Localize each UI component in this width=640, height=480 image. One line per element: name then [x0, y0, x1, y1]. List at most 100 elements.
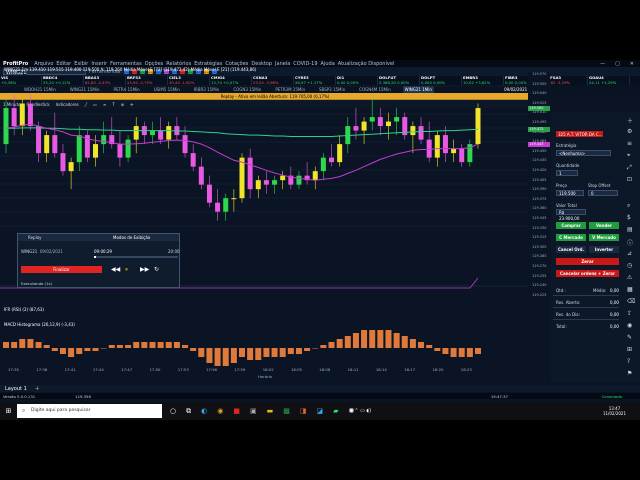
- cancel-orders-button[interactable]: Cancel Ord.: [556, 246, 586, 253]
- layout-bar: Layout 1 ＋: [0, 385, 640, 392]
- powerpoint-icon[interactable]: ◨: [300, 407, 307, 416]
- candle-body: [182, 135, 188, 154]
- expand-icon[interactable]: ⤢: [627, 164, 632, 172]
- multitask-icon[interactable]: ⧉: [186, 407, 191, 416]
- reverse-button[interactable]: Inverter: [589, 246, 619, 253]
- menu-item[interactable]: Ferramentas: [110, 61, 142, 67]
- note-icon[interactable]: ✎: [627, 334, 632, 341]
- stop-offset-input[interactable]: 0: [588, 190, 618, 196]
- store-icon[interactable]: ▣: [250, 407, 257, 416]
- excel-icon[interactable]: ▩: [283, 407, 290, 416]
- taskbar-search[interactable]: Digite aqui para pesquisar: [17, 404, 162, 418]
- layout-tab[interactable]: Layout 1: [5, 386, 27, 392]
- filter-icon[interactable]: ⊿: [627, 250, 632, 257]
- candle-body: [442, 135, 448, 154]
- pin-icon[interactable]: ⌖: [627, 152, 630, 160]
- day-result-value: 0,00: [610, 312, 619, 317]
- candle-body: [3, 108, 9, 145]
- menu-item[interactable]: COVID-19: [293, 61, 317, 67]
- candle-body: [410, 126, 416, 136]
- menu-item[interactable]: Atualização Disponível: [338, 61, 395, 67]
- menu-item[interactable]: Janela: [275, 61, 290, 67]
- candle-body: [198, 166, 204, 185]
- menu-item[interactable]: Ajuda: [321, 61, 335, 67]
- replay-asset-field[interactable]: WING21 09/02/2021: [21, 249, 63, 254]
- folder-icon[interactable]: ▬: [267, 407, 274, 416]
- macd-bar: [149, 342, 156, 348]
- finalize-button[interactable]: Finalizar: [21, 266, 102, 273]
- buy-button[interactable]: Comprar: [556, 222, 586, 229]
- ticker-item[interactable]: GFSA3 5,62 -3,29%: [546, 76, 588, 85]
- maximize-icon[interactable]: ▢: [615, 61, 620, 67]
- replay-panel[interactable]: Replay Modos de Exibição WING21 09/02/20…: [17, 233, 180, 288]
- macd-bar: [206, 348, 213, 363]
- replay-progress[interactable]: [94, 256, 178, 258]
- price-label: Preço: [556, 183, 568, 188]
- info-icon[interactable]: ⓘ: [627, 238, 633, 247]
- menu-item[interactable]: Opções: [145, 61, 164, 67]
- trash-icon[interactable]: ⌫: [627, 298, 635, 305]
- photos-icon[interactable]: ◪: [316, 407, 323, 416]
- zero-button[interactable]: Zerar: [556, 258, 619, 265]
- add-layout-icon[interactable]: ＋: [35, 385, 40, 392]
- macd-bar: [426, 345, 433, 348]
- candle-body: [101, 135, 107, 145]
- candle-body: [76, 135, 82, 163]
- menu-item[interactable]: Inserir: [91, 61, 107, 67]
- clock-icon[interactable]: ◷: [627, 262, 632, 269]
- chrome-icon[interactable]: ◉: [217, 407, 223, 416]
- flag-icon[interactable]: ⚑: [627, 370, 632, 377]
- system-tray-icons[interactable]: ⌃ ▭ ◖): [354, 408, 371, 414]
- ifr-indicator-label: IFR (RSI) (2) (87,63): [4, 307, 44, 312]
- speed-icon[interactable]: ↻: [154, 266, 159, 273]
- menu-item[interactable]: Estratégias: [194, 61, 222, 67]
- video-icon[interactable]: ■: [233, 407, 240, 416]
- camera-icon[interactable]: ◉: [627, 322, 632, 329]
- account-select[interactable]: 325 A.T. VITOR DA C...: [556, 131, 603, 137]
- buy-market-button[interactable]: C Mercado: [556, 234, 586, 241]
- strategy-select[interactable]: <Nenhuma>: [556, 150, 611, 156]
- menu-item[interactable]: Editar: [56, 61, 71, 67]
- task-view-icon[interactable]: ○: [170, 407, 176, 416]
- minimize-icon[interactable]: —: [600, 61, 605, 67]
- price-input[interactable]: 119.500: [556, 190, 584, 196]
- list-icon[interactable]: ≡: [627, 140, 632, 147]
- status-bar: Versão 5.0.0.131 119.356 19:47:37 Conect…: [0, 393, 640, 399]
- plus-icon[interactable]: ＋: [627, 116, 633, 125]
- macd-bar: [336, 339, 343, 348]
- gear-icon[interactable]: ⚙: [627, 128, 632, 135]
- book-icon[interactable]: ▦: [627, 286, 633, 293]
- dollar-icon[interactable]: $: [627, 214, 631, 221]
- avg-value: 0,00: [610, 288, 619, 293]
- separator: [553, 307, 619, 308]
- cancel-zero-button[interactable]: Cancelar ordens + Zerar: [556, 270, 619, 277]
- quantity-input[interactable]: 1: [556, 170, 578, 176]
- profit-app-icon[interactable]: ▰: [333, 407, 338, 416]
- sell-market-button[interactable]: V Mercado: [589, 234, 619, 241]
- edge-icon[interactable]: ◐: [201, 407, 207, 416]
- share-icon[interactable]: ⇪: [627, 310, 632, 317]
- lock-icon[interactable]: ⊡: [627, 176, 632, 183]
- menu-item[interactable]: Arquivo: [34, 61, 53, 67]
- menu-item[interactable]: Desktop: [251, 61, 272, 67]
- forward-icon[interactable]: ▶▶: [140, 266, 149, 273]
- taskbar-clock[interactable]: 13:47 11/02/2021: [603, 406, 626, 416]
- candle-body: [93, 144, 99, 158]
- pause-icon[interactable]: ⏸: [125, 266, 128, 274]
- help-icon[interactable]: ?: [627, 358, 630, 365]
- sell-button[interactable]: Vender: [589, 222, 619, 229]
- menu-item[interactable]: Relatórios: [166, 61, 191, 67]
- macd-bar: [393, 333, 400, 348]
- grid-icon[interactable]: ⊞: [627, 346, 632, 353]
- macd-bar: [125, 345, 132, 348]
- menu-item[interactable]: Exibir: [74, 61, 88, 67]
- windows-start-icon[interactable]: ⊞: [0, 407, 17, 415]
- chart-icon[interactable]: ▤: [627, 226, 633, 233]
- menu-item[interactable]: Cotações: [225, 61, 248, 67]
- rewind-icon[interactable]: ◀◀: [111, 266, 120, 273]
- search-icon[interactable]: ⌕: [627, 202, 630, 210]
- alert-icon[interactable]: ⚠: [627, 274, 632, 281]
- close-icon[interactable]: ✕: [630, 61, 634, 67]
- candle-body: [418, 126, 424, 140]
- ticker-item[interactable]: GOAU4 24,11 +2,29%: [588, 76, 630, 85]
